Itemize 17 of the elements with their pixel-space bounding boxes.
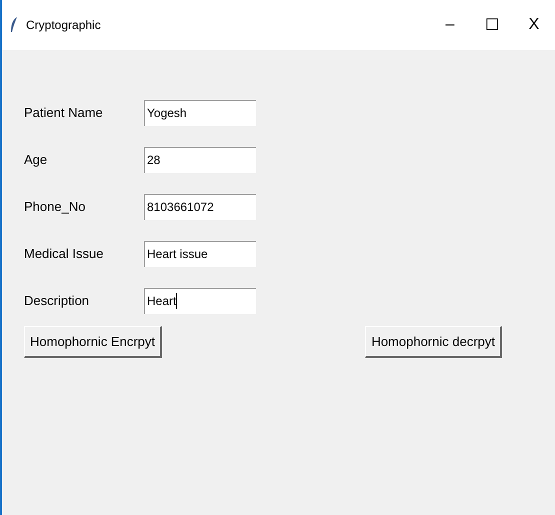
input-field[interactable]: Heart [144,288,256,314]
close-button[interactable]: X [513,16,555,34]
encrypt-button[interactable]: Homophornic Encrpyt [24,326,162,358]
field-label: Phone_No [24,199,86,214]
input-field[interactable]: 8103661072 [144,194,256,220]
feather-icon [10,17,18,33]
window-title: Cryptographic [26,18,102,32]
input-field[interactable]: Yogesh [144,100,256,126]
decrypt-button[interactable]: Homophornic decrpyt [365,326,502,358]
input-field[interactable]: Heart issue [144,240,256,266]
input-field[interactable]: 28 [144,146,256,172]
maximize-button[interactable]: ☐ [471,15,513,35]
field-label: Age [24,152,48,167]
minimize-button[interactable]: – [429,16,471,34]
field-label: Description [24,293,90,308]
field-label: Patient Name [24,105,104,120]
field-label: Medical Issue [24,246,104,261]
